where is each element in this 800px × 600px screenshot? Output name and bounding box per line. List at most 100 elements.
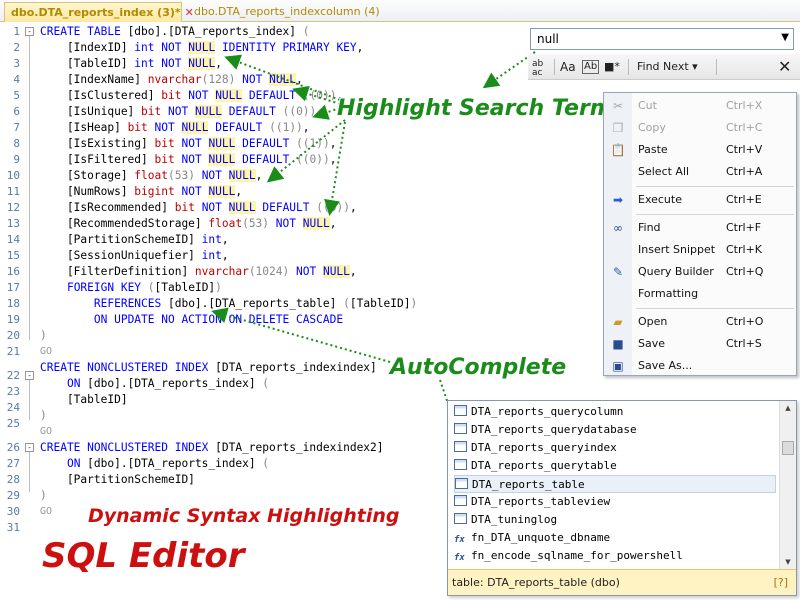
table-icon — [454, 441, 467, 452]
context-menu: ✂ Cut Ctrl+X ❐ Copy Ctrl+C 📋 Paste Ctrl+… — [603, 92, 797, 376]
menu-separator — [636, 214, 794, 215]
regex-icon[interactable]: Ab — [582, 60, 600, 74]
menu-item-select-all[interactable]: Select All Ctrl+A — [604, 161, 796, 183]
highlight-icon[interactable]: ■* — [604, 58, 620, 76]
menu-item-find[interactable]: ∞ Find Ctrl+F — [604, 217, 796, 239]
autocomplete-item-label: DTA_reports_querytable — [471, 459, 617, 472]
menu-item-shortcut: Ctrl+X — [726, 99, 763, 112]
autocomplete-item[interactable]: DTA_reports_tableview — [454, 493, 776, 511]
menu-item-label: Cut — [638, 99, 657, 112]
menu-item-shortcut: Ctrl+E — [726, 193, 762, 206]
autocomplete-item-label: DTA_reports_tableview — [471, 495, 611, 508]
autocomplete-item-label: DTA_reports_querydatabase — [471, 423, 637, 436]
autocomplete-item-label: DTA_tuninglog — [471, 513, 558, 526]
save-as-icon: ▣ — [612, 359, 624, 373]
menu-item-shortcut: Ctrl+S — [726, 337, 762, 350]
autocomplete-item[interactable]: DTA_reports_querydatabase — [454, 421, 776, 439]
menu-item-label: Save — [638, 337, 666, 350]
toolbar-separator — [716, 59, 717, 75]
menu-item-shortcut: Ctrl+C — [726, 121, 763, 134]
menu-item-label: Save As... — [638, 359, 693, 372]
annotation-dynamic-syntax: Dynamic Syntax Highlighting — [88, 505, 400, 527]
menu-item-label: Formatting — [638, 287, 699, 300]
menu-item-label: Select All — [638, 165, 690, 178]
close-icon[interactable]: ✕ — [778, 58, 791, 76]
menu-item-label: Open — [638, 315, 668, 328]
paste-icon: 📋 — [610, 143, 626, 157]
menu-item-query-builder[interactable]: ✎ Query Builder Ctrl+Q — [604, 261, 796, 283]
autocomplete-item[interactable]: DTA_reports_queryindex — [454, 439, 776, 457]
menu-item-save-as[interactable]: ▣ Save As... — [604, 355, 796, 377]
menu-item-shortcut: Ctrl+V — [726, 143, 763, 156]
binoculars-icon: ∞ — [613, 221, 623, 235]
find-next-label: Find Next — [637, 60, 689, 73]
table-icon — [455, 478, 468, 489]
toolbar-separator — [628, 59, 629, 75]
scroll-up-icon[interactable]: ▲ — [780, 401, 796, 415]
menu-item-save[interactable]: ■ Save Ctrl+S — [604, 333, 796, 355]
menu-item-label: Insert Snippet — [638, 243, 716, 256]
table-icon — [454, 405, 467, 416]
autocomplete-scrollbar[interactable]: ▲ ▼ — [779, 401, 796, 569]
search-input-value: null — [537, 32, 559, 46]
search-input[interactable]: null ▼ — [530, 28, 794, 50]
match-case-icon[interactable]: Aa — [560, 58, 576, 76]
menu-item-label: Find — [638, 221, 661, 234]
execute-arrow-icon: ➡ — [612, 193, 624, 207]
copy-icon: ❐ — [612, 121, 624, 135]
annotation-highlight-search-terms: Highlight Search Terms — [337, 96, 626, 121]
menu-item-shortcut: Ctrl+K — [726, 243, 763, 256]
menu-item-copy[interactable]: ❐ Copy Ctrl+C — [604, 117, 796, 139]
menu-item-formatting[interactable]: Formatting — [604, 283, 796, 305]
autocomplete-item[interactable]: DTA_tuninglog — [454, 511, 776, 529]
scroll-down-icon[interactable]: ▼ — [780, 555, 796, 569]
menu-item-paste[interactable]: 📋 Paste Ctrl+V — [604, 139, 796, 161]
annotation-sql-editor: SQL Editor — [42, 536, 245, 576]
menu-item-shortcut: Ctrl+A — [726, 165, 763, 178]
scrollbar-thumb[interactable] — [782, 441, 794, 455]
menu-item-label: Copy — [638, 121, 666, 134]
table-icon — [454, 423, 467, 434]
menu-item-label: Query Builder — [638, 265, 714, 278]
menu-item-execute[interactable]: ➡ Execute Ctrl+E — [604, 189, 796, 211]
autocomplete-item[interactable]: fx fn_DTA_unquote_dbname — [454, 529, 776, 547]
menu-item-label: Paste — [638, 143, 668, 156]
autocomplete-item-label: DTA_reports_table — [472, 478, 585, 491]
menu-item-shortcut: Ctrl+F — [726, 221, 762, 234]
menu-item-label: Execute — [638, 193, 682, 206]
autocomplete-item-label: DTA_reports_queryindex — [471, 441, 617, 454]
function-icon: fx — [454, 535, 465, 545]
query-builder-icon: ✎ — [612, 265, 624, 279]
menu-separator — [636, 186, 794, 187]
autocomplete-item[interactable]: DTA_reports_querytable — [454, 457, 776, 475]
find-next-button[interactable]: Find Next ▾ — [637, 58, 698, 76]
help-icon[interactable]: [?] — [774, 570, 788, 596]
annotation-autocomplete: AutoComplete — [390, 355, 567, 380]
search-toolbar: ab ac Aa Ab ■* Find Next ▾ ✕ — [528, 54, 800, 80]
match-whole-word-icon[interactable]: ab ac — [532, 60, 543, 78]
menu-item-shortcut: Ctrl+O — [726, 315, 764, 328]
scissors-icon: ✂ — [612, 99, 624, 113]
autocomplete-status-text: table: DTA_reports_table (dbo) — [452, 576, 620, 589]
autocomplete-item-label: fn_DTA_unquote_dbname — [471, 531, 611, 544]
autocomplete-status: table: DTA_reports_table (dbo) [?] — [448, 569, 796, 595]
autocomplete-popup: DTA_reports_querycolumn DTA_reports_quer… — [447, 400, 797, 596]
menu-item-insert-snippet[interactable]: Insert Snippet Ctrl+K — [604, 239, 796, 261]
autocomplete-item[interactable]: fx fn_encode_sqlname_for_powershell — [454, 547, 776, 565]
chevron-down-icon[interactable]: ▼ — [781, 32, 789, 43]
toolbar-separator — [554, 59, 555, 75]
autocomplete-item-selected[interactable]: DTA_reports_table — [454, 475, 776, 493]
menu-item-open[interactable]: ▰ Open Ctrl+O — [604, 311, 796, 333]
table-icon — [454, 459, 467, 470]
menu-item-cut[interactable]: ✂ Cut Ctrl+X — [604, 95, 796, 117]
function-icon: fx — [454, 553, 465, 563]
autocomplete-item-label: fn_encode_sqlname_for_powershell — [471, 549, 683, 562]
menu-separator — [636, 308, 794, 309]
floppy-disk-icon: ■ — [612, 337, 624, 351]
autocomplete-item[interactable]: DTA_reports_querycolumn — [454, 403, 776, 421]
table-icon — [454, 513, 467, 524]
menu-item-shortcut: Ctrl+Q — [726, 265, 764, 278]
table-icon — [454, 495, 467, 506]
autocomplete-item-label: DTA_reports_querycolumn — [471, 405, 624, 418]
folder-open-icon: ▰ — [613, 315, 623, 329]
